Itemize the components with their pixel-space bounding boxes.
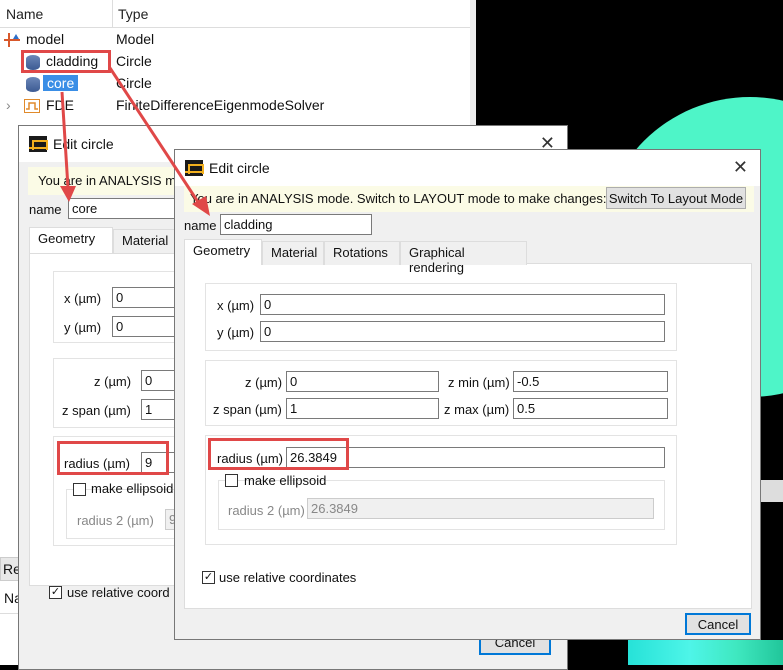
zmin-input[interactable]: -0.5 — [513, 371, 668, 392]
name-label: name — [184, 218, 217, 233]
banner-text: You are in ANALYSIS mode. Switch to LAYO… — [190, 191, 607, 206]
highlight-radius-core — [57, 441, 169, 475]
expand-chevron-icon[interactable]: › — [6, 97, 11, 113]
tab-material[interactable]: Material — [262, 241, 324, 265]
tree-row-core[interactable]: core Circle — [0, 73, 470, 95]
radius2-input: 26.3849 — [307, 498, 654, 519]
tab-rotations[interactable]: Rotations — [324, 241, 400, 265]
dialog-title: Edit circle — [53, 136, 114, 152]
background-teal-block — [628, 640, 783, 665]
tree-row-model[interactable]: model Model — [0, 29, 470, 51]
z-input[interactable]: 0 — [286, 371, 439, 392]
radius2-label: radius 2 (µm) — [77, 513, 154, 528]
close-icon[interactable]: ✕ — [733, 157, 748, 178]
zspan-label: z span (µm) — [62, 403, 131, 418]
tree-item-type: Circle — [116, 75, 152, 91]
tab-material[interactable]: Material — [113, 229, 183, 253]
make-ellipsoid-label: make ellipsoid — [91, 481, 174, 496]
circle-object-icon — [26, 77, 40, 92]
tree-item-type: FiniteDifferenceEigenmodeSolver — [116, 97, 325, 113]
make-ellipsoid-checkbox[interactable] — [73, 483, 86, 496]
use-relative-label: use relative coordinates — [219, 570, 357, 585]
model-icon — [4, 33, 20, 47]
tab-geometry[interactable]: Geometry — [184, 239, 262, 265]
switch-to-layout-mode-button[interactable]: Switch To Layout Mode — [606, 187, 746, 209]
make-ellipsoid-checkbox[interactable] — [225, 474, 238, 487]
x-input[interactable]: 0 — [260, 294, 665, 315]
make-ellipsoid-label: make ellipsoid — [244, 473, 327, 488]
use-relative-label: use relative coord — [67, 585, 170, 600]
radius2-label: radius 2 (µm) — [228, 503, 305, 518]
analysis-mode-banner: You are in ANALYSIS mode. Switch to LAYO… — [184, 186, 754, 212]
column-header-name[interactable]: Name — [6, 6, 43, 22]
tab-geometry[interactable]: Geometry — [29, 227, 113, 253]
tree-item-name: model — [26, 31, 65, 47]
z-label: z (µm) — [94, 374, 132, 389]
z-label: z (µm) — [245, 375, 283, 390]
dialog-title: Edit circle — [209, 160, 270, 176]
zspan-label: z span (µm) — [213, 402, 282, 417]
y-label: y (µm) — [217, 325, 255, 340]
dialog-titlebar[interactable]: Edit circle ✕ — [175, 150, 760, 186]
x-label: x (µm) — [217, 298, 255, 313]
use-relative-checkbox[interactable]: ✓ — [49, 586, 62, 599]
tree-item-name: FDE — [46, 97, 74, 113]
highlight-radius-cladding — [208, 438, 349, 470]
column-header-type[interactable]: Type — [118, 6, 148, 22]
tree-header: Name Type — [0, 0, 476, 28]
app-logo-icon — [185, 160, 204, 176]
name-label: name — [29, 202, 62, 217]
results-tab[interactable]: Re — [0, 557, 21, 581]
tree-item-type: Circle — [116, 53, 152, 69]
zmin-label: z min (µm) — [448, 375, 510, 390]
zmax-label: z max (µm) — [444, 402, 510, 417]
y-label: y (µm) — [64, 320, 102, 335]
tree-item-type: Model — [116, 31, 155, 47]
zspan-input[interactable]: 1 — [286, 398, 439, 419]
name-input[interactable]: cladding — [220, 214, 372, 235]
y-input[interactable]: 0 — [260, 321, 665, 342]
use-relative-checkbox[interactable]: ✓ — [202, 571, 215, 584]
zmax-input[interactable]: 0.5 — [513, 398, 668, 419]
app-logo-icon — [29, 136, 48, 152]
cancel-button[interactable]: Cancel — [685, 613, 751, 635]
highlight-cladding — [21, 50, 111, 73]
x-label: x (µm) — [64, 291, 102, 306]
solver-icon — [24, 99, 40, 113]
tab-graphical-rendering[interactable]: Graphical rendering — [400, 241, 527, 275]
edit-circle-dialog-cladding: Edit circle ✕ You are in ANALYSIS mode. … — [174, 149, 761, 640]
column-separator[interactable] — [112, 0, 113, 28]
tree-item-name: core — [43, 75, 79, 91]
results-column-header: Na — [0, 584, 22, 614]
tree-row-fde[interactable]: › FDE FiniteDifferenceEigenmodeSolver — [0, 95, 470, 117]
